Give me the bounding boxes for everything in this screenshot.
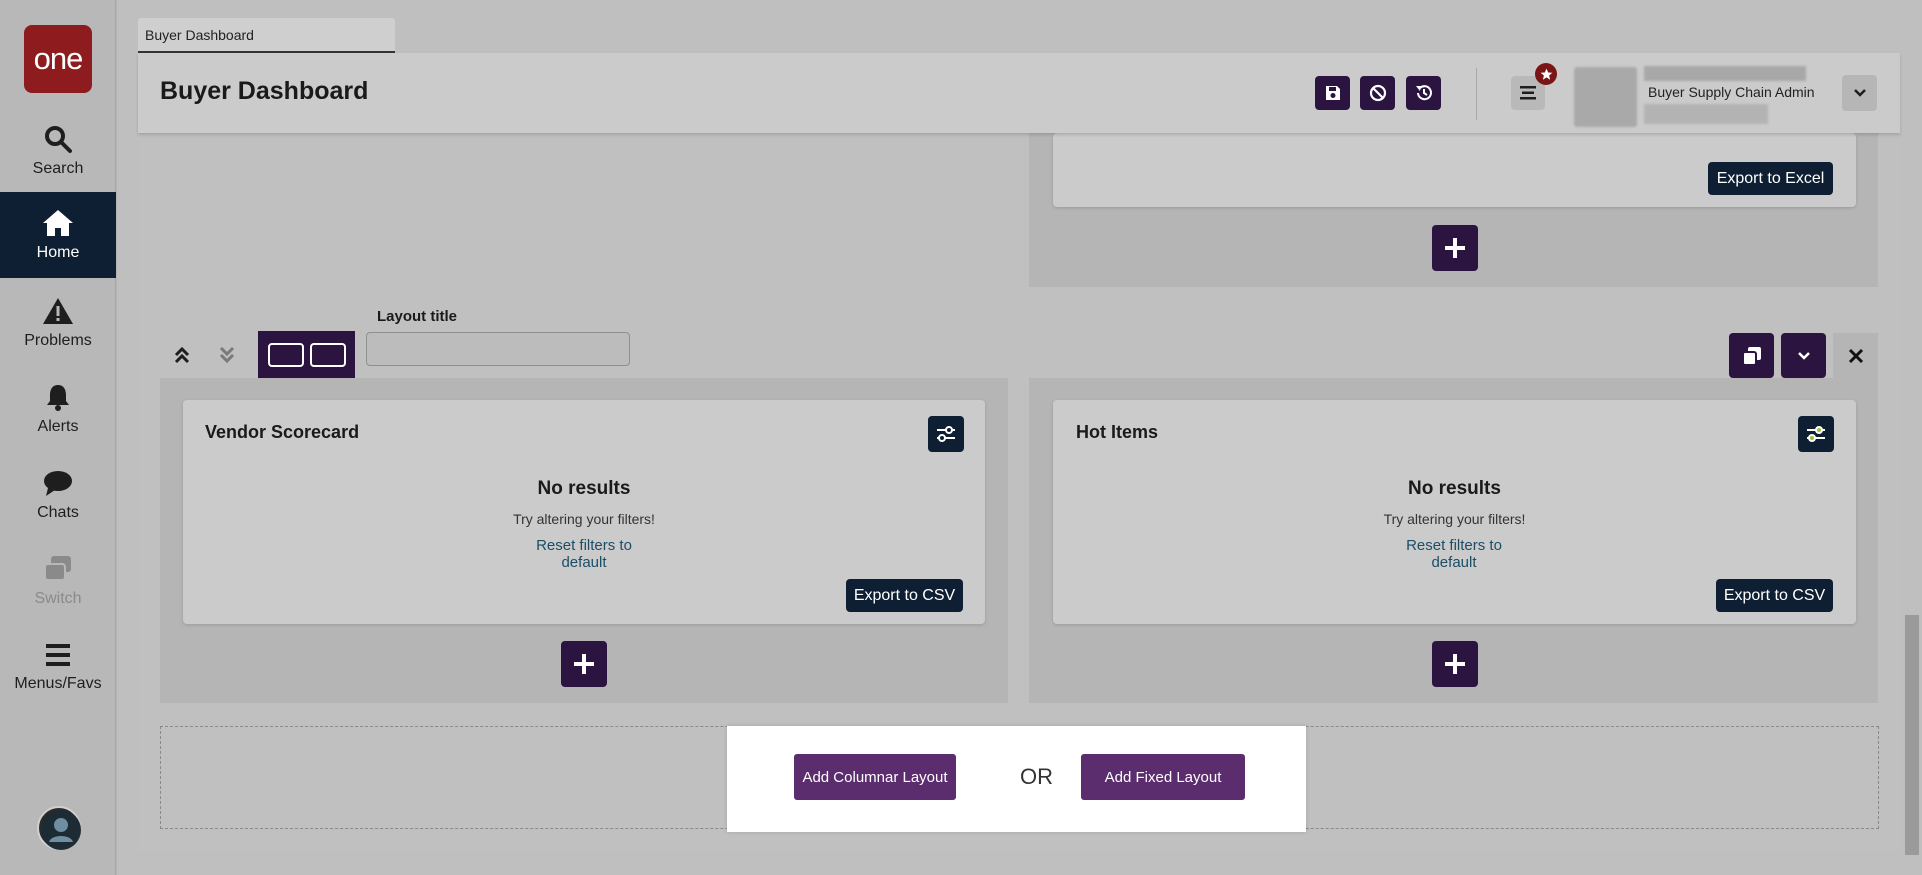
add-widget-button[interactable] — [561, 641, 607, 687]
copy-layout-button[interactable] — [1729, 333, 1774, 378]
add-fixed-layout-button[interactable]: Add Fixed Layout — [1081, 754, 1245, 800]
user-name-redacted — [1644, 66, 1806, 81]
layout-title-input[interactable] — [366, 332, 630, 366]
plus-icon — [1445, 238, 1465, 258]
nav-label: Home — [36, 244, 80, 261]
column-icon — [267, 342, 304, 367]
tab-label: Buyer Dashboard — [145, 27, 254, 43]
scrollbar[interactable] — [1905, 615, 1919, 855]
chat-icon — [44, 471, 72, 496]
double-chevron-up-icon — [174, 346, 190, 364]
chevron-down-icon — [1797, 351, 1810, 360]
search-icon — [45, 126, 72, 153]
plus-icon — [574, 654, 594, 674]
nav-label: Chats — [37, 504, 79, 521]
hamburger-icon — [1520, 86, 1536, 100]
history-button[interactable] — [1406, 76, 1441, 110]
nav-switch: Switch — [0, 538, 116, 624]
menu-icon — [46, 644, 70, 666]
nav-menus-favs[interactable]: Menus/Favs — [0, 624, 116, 710]
add-widget-button[interactable] — [1432, 641, 1478, 687]
nav-label: Problems — [24, 332, 92, 349]
user-menu-dropdown[interactable] — [1842, 75, 1877, 111]
user-org-redacted — [1644, 104, 1768, 124]
add-columnar-layout-button[interactable]: Add Columnar Layout — [794, 754, 956, 800]
filter-settings-button[interactable] — [928, 416, 964, 452]
save-button[interactable] — [1315, 76, 1350, 110]
nav-label: Alerts — [37, 418, 79, 435]
cancel-button[interactable] — [1360, 76, 1395, 110]
close-icon — [1848, 348, 1863, 363]
no-results-text: No results — [537, 478, 631, 499]
export-excel-button[interactable]: Export to Excel — [1708, 162, 1833, 195]
card-title: Hot Items — [1076, 422, 1159, 442]
sliders-icon — [1807, 426, 1825, 442]
history-icon — [1415, 85, 1432, 101]
app-logo[interactable]: one — [24, 25, 92, 93]
export-csv-button[interactable]: Export to CSV — [1716, 579, 1833, 612]
warning-icon — [43, 298, 73, 324]
ban-icon — [1369, 84, 1386, 102]
header-divider — [1476, 68, 1477, 120]
column-layout-selector[interactable] — [258, 331, 355, 378]
page-title: Buyer Dashboard — [160, 77, 369, 105]
home-icon — [43, 210, 73, 236]
card-title: Vendor Scorecard — [205, 422, 360, 442]
nav-chats[interactable]: Chats — [0, 452, 116, 538]
nav-label: Switch — [34, 590, 82, 607]
sliders-icon — [937, 426, 955, 442]
double-chevron-down-icon — [219, 346, 235, 364]
star-badge — [1535, 63, 1557, 85]
logo-text: one — [33, 41, 84, 76]
hint-text: Try altering your filters! — [1383, 511, 1526, 527]
move-layout-up-button[interactable] — [160, 333, 204, 377]
no-results-text: No results — [1408, 478, 1501, 499]
filter-settings-button[interactable] — [1798, 416, 1834, 452]
nav-home[interactable]: Home — [0, 192, 116, 278]
nav-label: Search — [32, 160, 84, 177]
nav-alerts[interactable]: Alerts — [0, 366, 116, 452]
tab-buyer-dashboard[interactable]: Buyer Dashboard — [138, 18, 395, 53]
reset-filters-link[interactable]: Reset filters to default — [1384, 537, 1524, 571]
column-icon — [309, 342, 346, 367]
nav-label: Menus/Favs — [14, 675, 102, 692]
user-role: Buyer Supply Chain Admin — [1648, 84, 1815, 100]
plus-icon — [1445, 654, 1465, 674]
layout-title-label: Layout title — [377, 308, 458, 325]
nav-search[interactable]: Search — [0, 108, 116, 194]
switch-icon — [44, 556, 71, 581]
bell-icon — [47, 385, 69, 411]
hint-text: Try altering your filters! — [513, 511, 655, 527]
add-widget-button[interactable] — [1432, 225, 1478, 271]
star-icon — [1540, 68, 1552, 80]
reset-filters-link[interactable]: Reset filters to default — [514, 537, 654, 571]
chevron-down-icon — [1853, 89, 1866, 97]
export-csv-button[interactable]: Export to CSV — [846, 579, 963, 612]
move-layout-down-button[interactable] — [205, 333, 249, 377]
remove-layout-button[interactable] — [1833, 333, 1878, 378]
user-avatar-icon[interactable] — [37, 806, 81, 850]
user-avatar — [1574, 67, 1637, 127]
nav-problems[interactable]: Problems — [0, 280, 116, 366]
copy-icon — [1741, 346, 1761, 366]
layout-options-button[interactable] — [1781, 333, 1826, 378]
sidebar: one Search Home Problems Alerts Chats Sw… — [0, 0, 116, 875]
or-separator: OR — [1020, 764, 1053, 789]
save-icon — [1325, 86, 1340, 100]
